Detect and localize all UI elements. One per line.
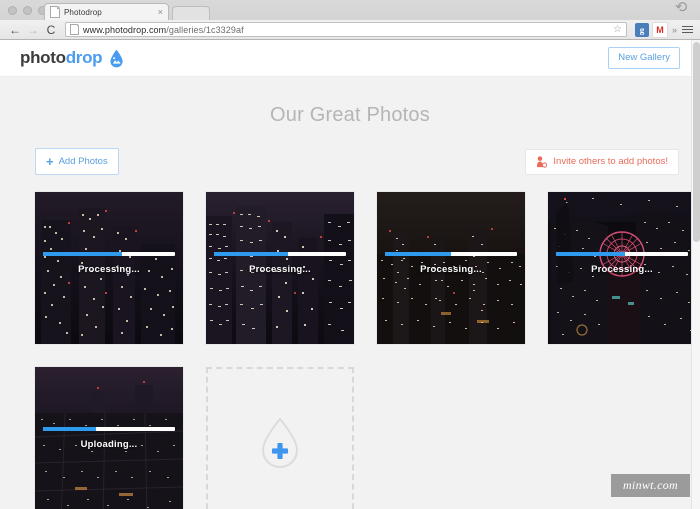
photo-tile-2[interactable]: Processing... <box>206 192 354 344</box>
droplet-plus-icon <box>261 417 299 469</box>
forward-button[interactable]: → <box>24 24 42 36</box>
page-scrollbar[interactable] <box>691 40 700 509</box>
screenshot-root: Photodrop × ⟲ ← → C www.photodrop.com/ga… <box>0 0 700 509</box>
google-plus-extension-icon[interactable]: g <box>634 22 649 37</box>
progress-fill-1 <box>43 252 123 256</box>
progress-track-5 <box>43 427 175 431</box>
droplet-image-icon <box>110 49 123 67</box>
browser-toolbar: ← → C www.photodrop.com/galleries/1c3329… <box>0 20 700 39</box>
tile-progress-overlay-1: Processing... <box>35 252 183 275</box>
logo-text-photo: photo <box>20 48 66 67</box>
site-header: photodrop New Gallery <box>0 40 700 77</box>
photo-grid: Processing... Processing... Processing..… <box>0 175 700 509</box>
progress-fill-5 <box>43 427 96 431</box>
page-scrollbar-thumb[interactable] <box>693 42 700 242</box>
tile-status-3: Processing... <box>420 264 482 275</box>
new-tab-button[interactable] <box>172 6 210 21</box>
photo-tile-5[interactable]: Uploading... <box>35 367 183 509</box>
browser-chrome: Photodrop × ⟲ ← → C www.photodrop.com/ga… <box>0 0 700 40</box>
tile-status-4: Processing... <box>591 264 653 275</box>
gmail-extension-icon[interactable]: M <box>651 21 668 38</box>
back-button[interactable]: ← <box>6 24 24 36</box>
tile-status-5: Uploading... <box>80 439 138 450</box>
photo-tile-4[interactable]: Processing... <box>548 192 696 344</box>
photo-dropzone[interactable] <box>206 367 354 509</box>
close-window-button[interactable] <box>8 6 17 15</box>
progress-track-2 <box>214 252 346 256</box>
url-domain: www.photodrop.com <box>83 24 167 35</box>
add-photos-button[interactable]: + Add Photos <box>35 148 119 175</box>
progress-track-4 <box>556 252 688 256</box>
invite-label: Invite others to add photos! <box>553 155 668 167</box>
person-add-icon <box>537 155 548 168</box>
window-traffic-lights <box>8 6 47 15</box>
browser-menu-icon[interactable] <box>682 26 693 33</box>
tab-title: Photodrop <box>64 7 102 17</box>
site-watermark: minwt.com <box>610 474 690 497</box>
site-logo[interactable]: photodrop <box>20 48 125 68</box>
invite-others-button[interactable]: Invite others to add photos! <box>525 148 679 175</box>
tile-progress-overlay-4: Processing... <box>548 252 696 275</box>
page-title: Our Great Photos <box>270 104 430 126</box>
tab-close-icon[interactable]: × <box>158 7 163 17</box>
tile-status-2: Processing... <box>249 264 311 275</box>
progress-track-1 <box>43 252 175 256</box>
mouse-cursor-icon: ⟲ <box>674 0 688 16</box>
progress-fill-3 <box>385 252 451 256</box>
extensions-overflow-icon[interactable]: » <box>672 25 677 35</box>
plus-icon: + <box>46 154 54 169</box>
add-photos-label: Add Photos <box>58 155 108 167</box>
minimize-window-button[interactable] <box>23 6 32 15</box>
photo-tile-3[interactable]: Processing... <box>377 192 525 344</box>
progress-fill-2 <box>214 252 288 256</box>
browser-tab-photodrop[interactable]: Photodrop × <box>44 3 169 20</box>
new-gallery-button[interactable]: New Gallery <box>608 47 680 69</box>
url-path: /galleries/1c3329af <box>166 24 244 35</box>
tile-progress-overlay-3: Processing... <box>377 252 525 275</box>
logo-text-drop: drop <box>65 48 103 67</box>
address-bar[interactable]: www.photodrop.com/galleries/1c3329af ☆ <box>65 22 627 37</box>
progress-track-3 <box>385 252 517 256</box>
page-info-icon <box>70 24 79 35</box>
tile-progress-overlay-2: Processing... <box>206 252 354 275</box>
photo-tile-1[interactable]: Processing... <box>35 192 183 344</box>
page-viewport: photodrop New Gallery Our Great Photos +… <box>0 40 700 509</box>
tile-progress-overlay-5: Uploading... <box>35 427 183 450</box>
tab-favicon-icon <box>50 6 60 18</box>
gallery-action-row: + Add Photos Invite others to add photos… <box>0 127 700 175</box>
bookmark-star-icon[interactable]: ☆ <box>613 24 622 35</box>
progress-fill-4 <box>556 252 625 256</box>
url-text: www.photodrop.com/galleries/1c3329af <box>83 25 244 35</box>
tile-status-1: Processing... <box>78 264 140 275</box>
logo-text: photodrop <box>20 48 103 68</box>
reload-button[interactable]: C <box>42 24 60 36</box>
tab-strip: Photodrop × ⟲ <box>0 0 700 21</box>
